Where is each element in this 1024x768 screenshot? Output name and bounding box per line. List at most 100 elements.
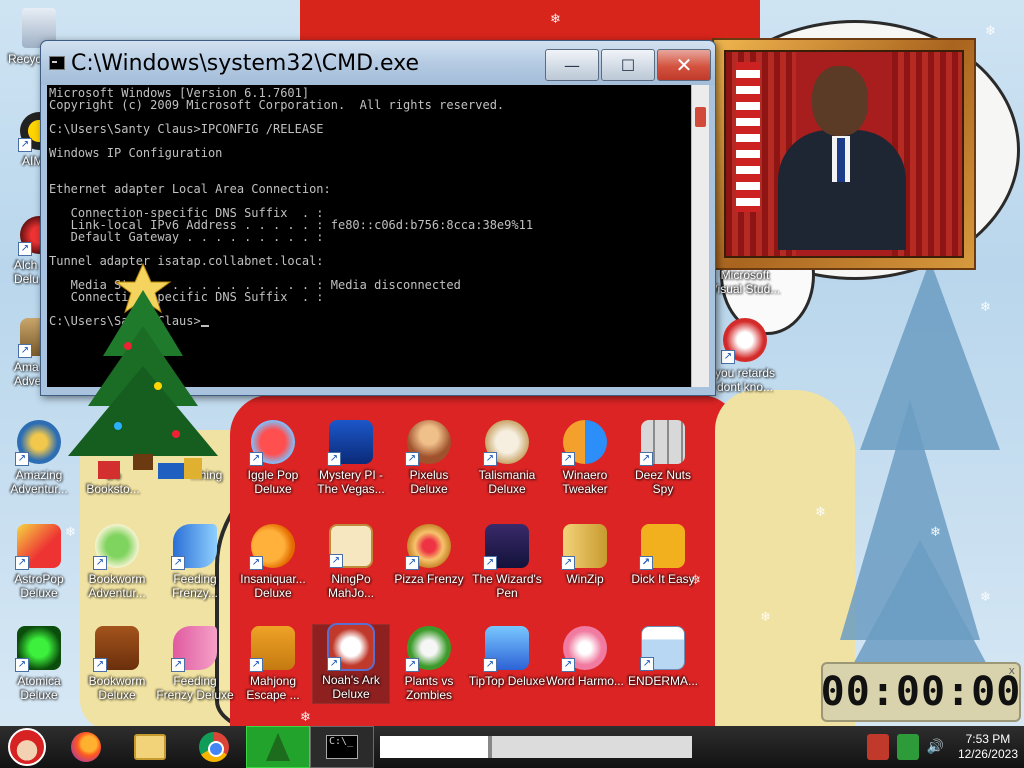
desktop-icon-winaero-tweaker[interactable]: ↗ Winaero Tweaker — [546, 420, 624, 496]
shortcut-arrow-icon: ↗ — [329, 554, 343, 568]
icon-label: Mahjong Escape ... — [246, 674, 300, 702]
icon-label: Iggle Pop Deluxe — [247, 468, 299, 496]
shortcut-arrow-icon: ↗ — [405, 556, 419, 570]
shortcut-arrow-icon: ↗ — [15, 556, 29, 570]
shortcut-arrow-icon: ↗ — [249, 658, 263, 672]
shortcut-arrow-icon: ↗ — [721, 350, 735, 364]
console-line: Windows IP Configuration — [49, 146, 223, 160]
window-title: C:\Windows\system32\CMD.exe — [71, 50, 420, 76]
desktop-icon-astropop[interactable]: ↗ AstroPop Deluxe — [0, 524, 78, 600]
tree-trunk — [133, 454, 153, 470]
start-button[interactable] — [0, 726, 54, 768]
clock[interactable]: 7:53 PM 12/26/2023 — [958, 732, 1018, 762]
tree-tier — [68, 366, 218, 456]
icon-label: Dick It Easy — [631, 572, 695, 586]
desktop-icon-bookworm-adventures[interactable]: ↗ Bookworm Adventur... — [78, 524, 156, 600]
console-line: Ethernet adapter Local Area Connection: — [49, 182, 331, 196]
taskbar-chrome[interactable] — [182, 726, 246, 768]
desktop-icon-bookworm-deluxe[interactable]: ↗ Bookworm Deluxe — [78, 626, 156, 702]
desktop-icon-noahs-ark[interactable]: ↗ Noah's Ark Deluxe — [312, 623, 390, 704]
desktop-icon-word-harmony[interactable]: ↗ Word Harmo... — [546, 626, 624, 688]
snowflake-icon: ❄ — [815, 505, 826, 520]
icon-label: Insaniquar... Deluxe — [240, 572, 306, 600]
desktop-icon-dick-it-easy[interactable]: ↗ Dick It Easy — [624, 524, 702, 586]
desktop-icon-tiptop[interactable]: ↗ TipTop Deluxe — [468, 626, 546, 688]
desktop-icon-talismania[interactable]: ↗ Talismania Deluxe — [468, 420, 546, 496]
window-app-icon: ↗ — [640, 626, 685, 671]
windows-squares-icon: ↗ — [639, 420, 685, 466]
goldfish-icon: ↗ — [249, 524, 295, 570]
desktop-icon-feeding-frenzy[interactable]: ↗ Feeding Frenzy... — [156, 524, 234, 600]
cmd-icon[interactable] — [49, 56, 65, 70]
desktop-icon-mystery-pi[interactable]: ↗ Mystery PI - The Vegas... — [312, 420, 390, 496]
photo-frame-gadget[interactable] — [712, 38, 976, 270]
tray-app-icon[interactable] — [866, 734, 889, 760]
timer-gadget[interactable]: 00:00:00 x — [821, 662, 1021, 722]
firefox-icon — [71, 732, 101, 762]
taskbar-window-bar[interactable] — [488, 736, 692, 758]
desktop-icon-pixelus[interactable]: ↗ Pixelus Deluxe — [390, 420, 468, 496]
minimize-button[interactable]: — — [545, 49, 599, 81]
maximize-icon: ☐ — [620, 55, 636, 75]
icon-label: Noah's Ark Deluxe — [322, 673, 380, 701]
taskbar-cmd[interactable]: C:\_ — [310, 726, 374, 768]
close-button[interactable]: ✕ — [657, 49, 711, 81]
desktop-icon-atomica[interactable]: ↗ Atomica Deluxe — [0, 626, 78, 702]
fish-icon: ↗ — [171, 524, 217, 570]
icon-label: WinZip — [566, 572, 604, 586]
taskbar-explorer[interactable] — [118, 726, 182, 768]
shortcut-arrow-icon: ↗ — [405, 658, 419, 672]
desktop-icon-plants-vs-zombies[interactable]: ↗ Plants vs Zombies — [390, 626, 468, 702]
iggle-pop-icon: ↗ — [249, 420, 295, 466]
snowflake-icon: ❄ — [980, 590, 991, 605]
compass-icon: ↗ — [15, 420, 61, 466]
icon-label: Atomica Deluxe — [17, 674, 61, 702]
vertical-scrollbar[interactable] — [691, 85, 709, 387]
desktop-icon-wizards-pen[interactable]: ↗ The Wizard's Pen — [468, 524, 546, 600]
desktop-icon-pizza-frenzy[interactable]: ↗ Pizza Frenzy — [390, 524, 468, 586]
desktop-icon-winzip[interactable]: ↗ WinZip — [546, 524, 624, 586]
shortcut-arrow-icon: ↗ — [561, 658, 575, 672]
icon-label: ENDERMA... — [627, 674, 698, 688]
bookworm-book-icon: ↗ — [93, 626, 139, 672]
taskbar-christmas-tree[interactable] — [246, 726, 310, 768]
icon-label: Ama Adve — [14, 360, 42, 388]
gadget-close-icon[interactable]: x — [1008, 664, 1015, 677]
ornament — [124, 342, 132, 350]
network-icon[interactable] — [896, 734, 919, 760]
maximize-button[interactable]: ☐ — [601, 49, 655, 81]
pixelus-icon: ↗ — [405, 420, 451, 466]
desktop-icon-enderman[interactable]: ↗ ENDERMA... — [624, 626, 702, 688]
taskbar-window-blank[interactable] — [380, 736, 488, 758]
icon-label: you retards dont kno... — [714, 366, 776, 394]
icon-label: Feeding Frenzy... — [172, 572, 218, 600]
icon-label: Mystery PI - The Vegas... — [317, 468, 385, 496]
gift-box — [158, 463, 184, 479]
snowflake-icon: ❄ — [980, 300, 991, 315]
tie — [837, 138, 845, 182]
shortcut-arrow-icon: ↗ — [561, 556, 575, 570]
shortcut-arrow-icon: ↗ — [18, 242, 32, 256]
snowflake-icon: ❄ — [985, 24, 996, 39]
desktop-icon-insaniquarium[interactable]: ↗ Insaniquar... Deluxe — [234, 524, 312, 600]
gift-box — [98, 461, 120, 479]
christmas-tree-gadget[interactable] — [58, 256, 228, 488]
window-controls: — ☐ ✕ — [543, 49, 711, 81]
icon-label: NingPo MahJo... — [327, 572, 375, 600]
desktop-icon-ningpo-mahjong[interactable]: ↗ NingPo MahJo... — [312, 524, 390, 600]
desktop-icon-mahjong-escape[interactable]: ↗ Mahjong Escape ... — [234, 626, 312, 702]
taskbar-firefox[interactable] — [54, 726, 118, 768]
shortcut-arrow-icon: ↗ — [483, 556, 497, 570]
desktop-icon-deez-nuts-spy[interactable]: ↗ Deez Nuts Spy — [624, 420, 702, 496]
desktop-icon-feeding-frenzy-deluxe[interactable]: ↗ Feeding Frenzy Deluxe — [156, 626, 234, 702]
icon-label: TipTop Deluxe — [468, 674, 546, 688]
icon-label: Pixelus Deluxe — [409, 468, 449, 496]
desktop-icon-iggle-pop[interactable]: ↗ Iggle Pop Deluxe — [234, 420, 312, 496]
icon-label: Bookworm Deluxe — [88, 674, 146, 702]
scrollbar-thumb[interactable] — [695, 107, 706, 127]
shortcut-arrow-icon: ↗ — [405, 452, 419, 466]
snake-icon: ↗ — [721, 318, 767, 364]
volume-icon[interactable]: 🔊 — [927, 739, 944, 755]
desktop-icon-snake[interactable]: ↗ you retards dont kno... — [706, 318, 784, 394]
shortcut-arrow-icon: ↗ — [171, 556, 185, 570]
